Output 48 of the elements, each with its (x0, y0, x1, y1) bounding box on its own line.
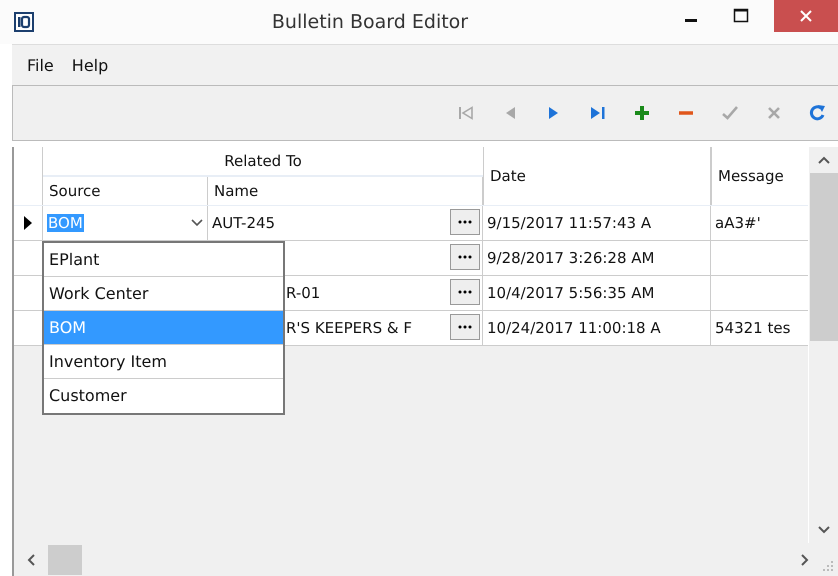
table-row[interactable]: BOM AUT-245 9/15/2017 11:57:43 A aA3#' (14, 206, 808, 241)
menu-item[interactable]: File (20, 54, 61, 76)
table-cell: aA3#' (715, 214, 761, 232)
maximize-icon (733, 8, 749, 24)
table-cell-text: R-01 (285, 284, 320, 302)
close-button[interactable] (774, 0, 838, 32)
table-cell: AUT-245 (212, 214, 276, 232)
close-icon (799, 9, 813, 23)
refresh-icon (808, 103, 828, 123)
current-row-icon (23, 215, 33, 231)
ellipsis-button[interactable] (450, 279, 480, 305)
app-logo-icon (14, 12, 34, 32)
scrollbar-thumb[interactable] (48, 544, 82, 574)
column-group-header: Related To (43, 147, 483, 177)
ellipsis-button[interactable] (450, 314, 480, 340)
column-header[interactable]: Date (483, 147, 711, 205)
scroll-up-icon[interactable] (816, 155, 830, 165)
ellipsis-button[interactable] (450, 209, 480, 235)
vertical-scrollbar[interactable] (809, 147, 838, 543)
ellipsis-icon (458, 325, 472, 329)
first-icon (456, 103, 476, 123)
table-cell: 9/15/2017 11:57:43 A (487, 214, 652, 232)
minimize-icon (685, 18, 697, 22)
scroll-left-icon[interactable] (26, 552, 36, 566)
add-icon (632, 103, 652, 123)
ellipsis-button[interactable] (450, 244, 480, 270)
table-cell-text: R'S KEEPERS & F (285, 319, 412, 337)
ellipsis-icon (458, 220, 472, 224)
window-title: Bulletin Board Editor (270, 11, 470, 33)
menu-item[interactable]: Help (64, 54, 116, 76)
column-header[interactable]: Name (208, 177, 483, 205)
table-cell: 10/4/2017 5:56:35 AM (487, 284, 654, 302)
horizontal-scrollbar[interactable] (12, 543, 838, 576)
scroll-right-icon[interactable] (800, 552, 810, 566)
table-cell: 9/28/2017 3:26:28 AM (487, 249, 654, 267)
dropdown-option[interactable]: Inventory Item (44, 345, 283, 379)
table-cell: 54321 tes (715, 319, 790, 337)
column-header[interactable]: Message (711, 147, 808, 205)
ellipsis-icon (458, 255, 472, 259)
dropdown-option[interactable]: EPlant (44, 243, 283, 277)
ellipsis-icon (458, 290, 472, 294)
resize-grip-icon[interactable] (822, 560, 834, 572)
scroll-down-icon[interactable] (816, 525, 830, 535)
delete-icon (679, 111, 693, 115)
column-header[interactable]: Source (43, 177, 208, 205)
table-cell: 10/24/2017 11:00:18 A (487, 319, 661, 337)
scrollbar-thumb[interactable] (810, 173, 838, 341)
dropdown-option[interactable]: Customer (44, 379, 283, 413)
